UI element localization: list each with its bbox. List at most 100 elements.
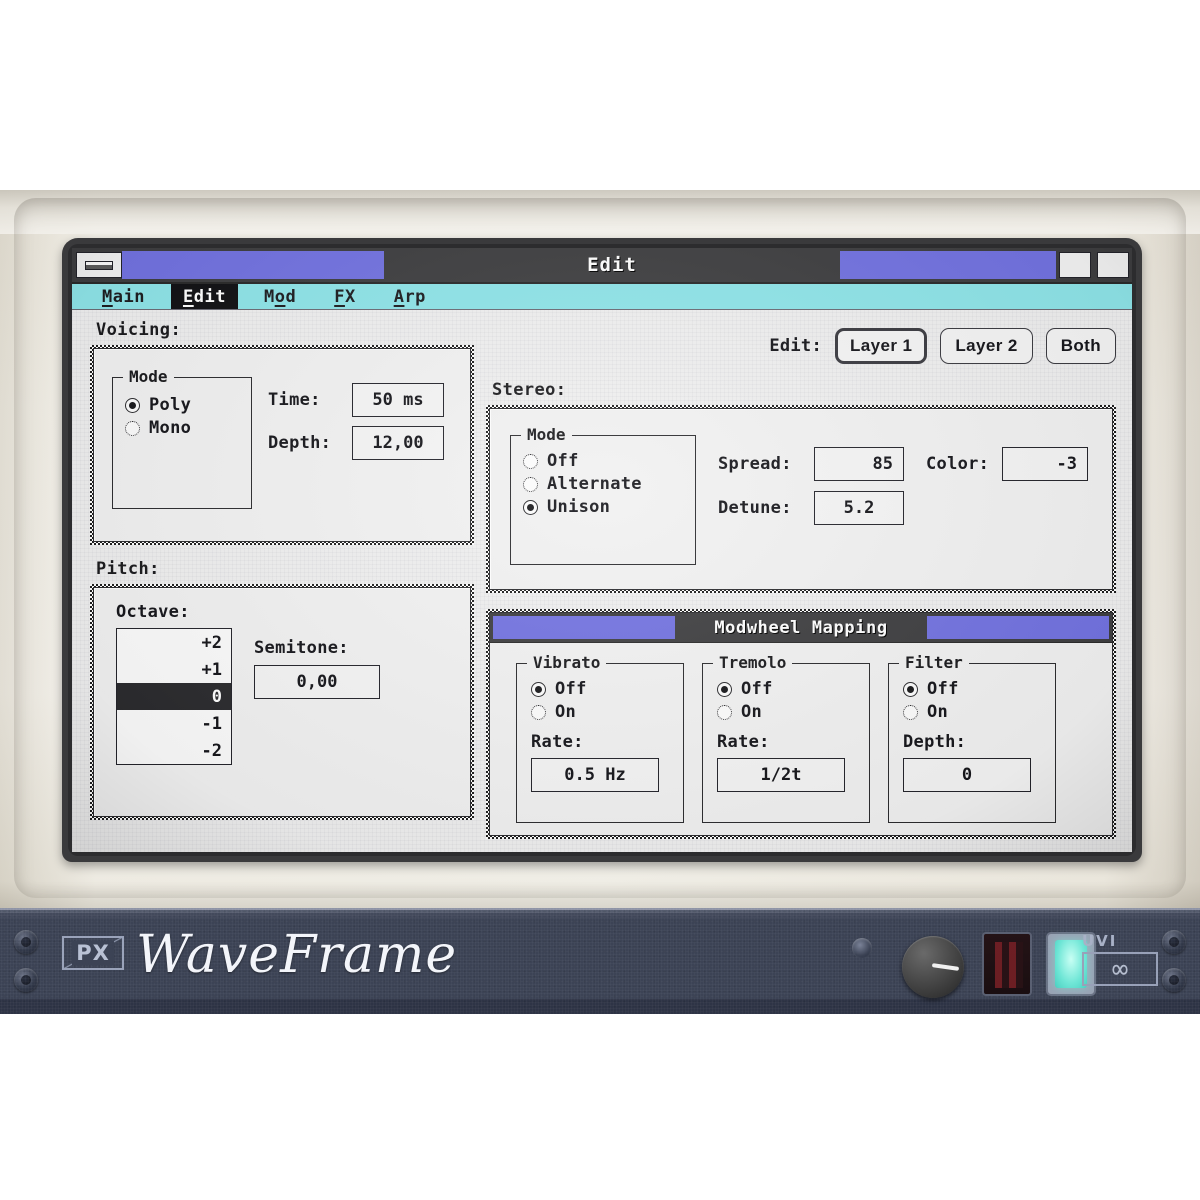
- stereo-mode-alternate[interactable]: Alternate: [523, 474, 685, 494]
- radio-off-icon: [717, 704, 732, 720]
- voicing-mode-group: Mode Poly Mono: [112, 367, 252, 509]
- layer-1-button[interactable]: Layer 1: [835, 328, 928, 364]
- volume-knob[interactable]: [902, 936, 964, 998]
- radio-off-icon: [903, 704, 918, 720]
- stereo-detune-field[interactable]: 5.2: [814, 491, 904, 525]
- stereo-color-field[interactable]: -3: [1002, 447, 1088, 481]
- hardware-case-top-shadow: [0, 190, 1200, 234]
- voicing-time-field[interactable]: 50 ms: [352, 383, 444, 417]
- semitone-label: Semitone:: [254, 638, 349, 658]
- modwheel-titlebar: Modwheel Mapping: [490, 613, 1112, 643]
- stereo-panel-inner: Mode Off Alternate Unison Spread: 85 Col…: [489, 408, 1113, 590]
- radio-on-icon: [903, 681, 918, 697]
- octave-option-plus1[interactable]: +1: [117, 656, 231, 683]
- modwheel-vibrato-legend: Vibrato: [527, 653, 607, 672]
- modwheel-stripe-right: [927, 616, 1109, 639]
- radio-on-icon: [125, 397, 140, 413]
- infinity-icon: ∞: [1111, 953, 1129, 985]
- voicing-section-label: Voicing:: [96, 320, 182, 340]
- vibrato-on-label: On: [555, 702, 577, 722]
- filter-depth-field[interactable]: 0: [903, 758, 1031, 792]
- titlebar-stripe-right: [840, 251, 1056, 279]
- octave-listbox[interactable]: +2 +1 0 -1 -2: [116, 628, 232, 765]
- stereo-mode-off-label: Off: [547, 451, 579, 471]
- vibrato-on-option[interactable]: On: [531, 702, 671, 722]
- menu-label-mod-post: d: [285, 286, 297, 307]
- stereo-mode-unison[interactable]: Unison: [523, 497, 685, 517]
- filter-on-option[interactable]: On: [903, 702, 1043, 722]
- vibrato-off-label: Off: [555, 679, 587, 699]
- pitch-panel: Octave: +2 +1 0 -1 -2 Semitone: 0,00: [90, 584, 474, 820]
- modwheel-filter-legend: Filter: [899, 653, 969, 672]
- octave-option-plus2[interactable]: +2: [117, 629, 231, 656]
- screw-bottom-right-icon: [1162, 968, 1186, 992]
- tremolo-on-option[interactable]: On: [717, 702, 857, 722]
- stereo-mode-off[interactable]: Off: [523, 451, 685, 471]
- menu-item-mod[interactable]: Mod: [252, 284, 308, 309]
- voicing-depth-label: Depth:: [268, 433, 332, 453]
- modwheel-groups: Vibrato Off On Rate: 0.5 Hz Tremolo Off …: [490, 643, 1112, 823]
- menu-item-main[interactable]: Main: [90, 284, 157, 309]
- stereo-spread-field[interactable]: 85: [814, 447, 904, 481]
- voicing-mode-poly-label: Poly: [149, 395, 192, 415]
- red-indicator-display: [982, 932, 1032, 996]
- close-box-icon: [85, 260, 113, 270]
- modwheel-title: Modwheel Mapping: [714, 617, 888, 638]
- menu-label-edit-mnemonic: E: [182, 286, 194, 307]
- menu-item-fx[interactable]: FX: [322, 284, 368, 309]
- modwheel-subwindow-inner: Modwheel Mapping Vibrato Off On Rate: 0.…: [489, 612, 1113, 836]
- menu-item-edit[interactable]: Edit: [170, 284, 238, 309]
- voicing-depth-field[interactable]: 12,00: [352, 426, 444, 460]
- vibrato-off-option[interactable]: Off: [531, 679, 671, 699]
- pitch-section-label: Pitch:: [96, 559, 160, 579]
- voicing-time-label: Time:: [268, 390, 321, 410]
- stereo-spread-label: Spread:: [718, 454, 792, 474]
- menu-label-arp-mnemonic: A: [393, 286, 405, 307]
- power-led-icon: [852, 938, 872, 958]
- semitone-field[interactable]: 0,00: [254, 665, 380, 699]
- uvi-vendor-logo: UVI ∞: [1082, 932, 1158, 988]
- menu-label-main-mnemonic: M: [102, 286, 113, 307]
- pitch-panel-inner: Octave: +2 +1 0 -1 -2 Semitone: 0,00: [93, 587, 471, 817]
- uvi-logo-box: ∞: [1082, 952, 1158, 986]
- layer-selector: Edit: Layer 1 Layer 2 Both: [769, 328, 1116, 364]
- vibrato-rate-field[interactable]: 0.5 Hz: [531, 758, 659, 792]
- tremolo-param-label: Rate:: [717, 732, 770, 752]
- both-layers-button[interactable]: Both: [1045, 328, 1116, 364]
- octave-option-minus2[interactable]: -2: [117, 737, 231, 764]
- radio-off-icon: [531, 704, 546, 720]
- octave-option-minus1[interactable]: -1: [117, 710, 231, 737]
- tremolo-rate-field[interactable]: 1/2t: [717, 758, 845, 792]
- layer-2-button[interactable]: Layer 2: [940, 328, 1033, 364]
- voicing-mode-mono[interactable]: Mono: [125, 418, 241, 438]
- menu-label-mod-pre: M: [263, 286, 275, 307]
- modwheel-filter-group: Filter Off On Depth: 0: [888, 653, 1056, 823]
- stereo-section-label: Stereo:: [492, 380, 567, 400]
- modwheel-tremolo-legend: Tremolo: [713, 653, 793, 672]
- filter-param-label: Depth:: [903, 732, 967, 752]
- layer-selector-label: Edit:: [769, 336, 822, 356]
- monitor-bezel-inner: Edit Main Edit Mod FX Arp Edit: Layer 1 …: [68, 244, 1136, 856]
- modwheel-tremolo-group: Tremolo Off On Rate: 1/2t: [702, 653, 870, 823]
- right-column: Stereo: Mode Off Alternate Unison Spread…: [486, 378, 1116, 839]
- window-titlebar: Edit: [72, 248, 1132, 284]
- octave-option-zero[interactable]: 0: [117, 683, 231, 710]
- stereo-mode-alternate-label: Alternate: [547, 474, 642, 494]
- menu-item-arp[interactable]: Arp: [382, 284, 438, 309]
- radio-on-icon: [523, 499, 538, 515]
- filter-off-option[interactable]: Off: [903, 679, 1043, 699]
- zoom-box-button[interactable]: [1059, 252, 1091, 278]
- menu-label-fx-mnemonic: F: [334, 286, 345, 307]
- screw-bottom-left-icon: [14, 968, 38, 992]
- tremolo-off-option[interactable]: Off: [717, 679, 857, 699]
- monitor-bezel: Edit Main Edit Mod FX Arp Edit: Layer 1 …: [62, 238, 1142, 862]
- stereo-color-label: Color:: [926, 454, 990, 474]
- product-name: WaveFrame: [136, 925, 458, 985]
- voicing-mode-poly[interactable]: Poly: [125, 395, 241, 415]
- screw-top-left-icon: [14, 930, 38, 954]
- close-box-button[interactable]: [76, 252, 122, 278]
- collapse-box-button[interactable]: [1097, 252, 1129, 278]
- stereo-mode-unison-label: Unison: [547, 497, 611, 517]
- menu-label-fx: X: [344, 286, 356, 307]
- voicing-panel-inner: Mode Poly Mono Time: 50 ms Depth: 12,00: [93, 348, 471, 542]
